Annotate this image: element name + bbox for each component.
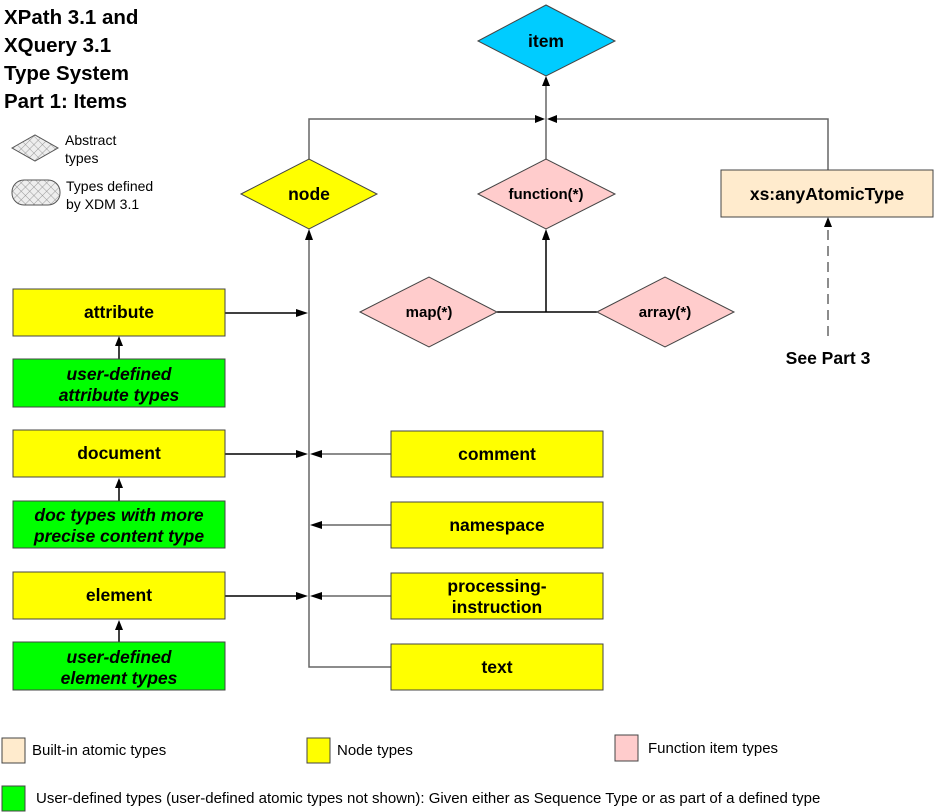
node-array[interactable]: array(*) <box>595 276 736 348</box>
comment-label: comment <box>458 444 536 464</box>
node-doc-types[interactable]: doc types with more precise content type <box>12 500 226 549</box>
doc-types-label-1: doc types with more <box>34 505 203 525</box>
node-namespace[interactable]: namespace <box>390 501 604 549</box>
node-element[interactable]: element <box>12 571 226 620</box>
connector-atomic-item <box>554 118 829 170</box>
pi-label-2: instruction <box>452 597 542 617</box>
attribute-label: attribute <box>84 302 154 322</box>
arrow-node-to-join <box>535 115 545 123</box>
see-part3-label[interactable]: See Part 3 <box>786 348 871 368</box>
map-label: map(*) <box>406 304 453 321</box>
xdm-label-1: Types defined <box>66 178 153 194</box>
text-label: text <box>481 657 512 677</box>
node-function[interactable]: function(*) <box>476 158 617 230</box>
arrow-atomic-to-join <box>547 115 557 123</box>
legend-function-item-types: Function item types <box>648 740 778 757</box>
connector-node-item <box>308 118 538 159</box>
pi-label-1: processing- <box>447 576 546 596</box>
arrow-to-item <box>542 76 550 86</box>
node-comment[interactable]: comment <box>390 430 604 478</box>
legend-builtin-atomic: Built-in atomic types <box>32 742 166 759</box>
legend-node-types: Node types <box>337 742 413 759</box>
arrow-element <box>296 592 308 600</box>
arrow-doc-types <box>115 478 123 488</box>
arrow-comment <box>310 450 322 458</box>
arrow-pi <box>310 592 322 600</box>
abstract-diamond-icon <box>10 134 60 162</box>
color-legend: Built-in atomic types Node types Functio… <box>1 734 820 812</box>
shape-legend: Abstract types Types defined by XDM 3.1 <box>10 132 153 212</box>
node-user-element[interactable]: user-defined element types <box>12 641 226 691</box>
doc-types-label-2: precise content type <box>33 526 204 546</box>
arrow-user-element <box>115 620 123 630</box>
title-line-4: Part 1: Items <box>4 90 127 113</box>
arrow-to-function <box>542 229 550 240</box>
arrow-user-attribute <box>115 336 123 346</box>
document-label: document <box>77 443 161 463</box>
user-element-label-2: element types <box>61 668 178 688</box>
node-document[interactable]: document <box>12 429 226 478</box>
abstract-label-2: types <box>65 150 98 166</box>
namespace-label: namespace <box>449 515 545 535</box>
xdm-label-2: by XDM 3.1 <box>66 196 139 212</box>
user-attribute-label-1: user-defined <box>66 364 171 384</box>
title-line-3: Type System <box>4 62 129 85</box>
node-processing-instruction[interactable]: processing- instruction <box>390 572 604 620</box>
type-system-diagram: XPath 3.1 and XQuery 3.1 Type System Par… <box>1 4 934 812</box>
item-label: item <box>528 31 564 51</box>
arrow-document <box>296 450 308 458</box>
node-label: node <box>288 184 330 204</box>
title-line-2: XQuery 3.1 <box>4 34 111 57</box>
legend-swatch-node <box>306 737 331 764</box>
connector-node-trunk <box>308 233 391 668</box>
user-attribute-label-2: attribute types <box>59 385 180 405</box>
node-text[interactable]: text <box>390 643 604 691</box>
arrow-to-node <box>305 229 313 240</box>
node-map[interactable]: map(*) <box>358 276 499 348</box>
legend-swatch-atomic <box>1 737 26 764</box>
node-attribute[interactable]: attribute <box>12 288 226 337</box>
node-node[interactable]: node <box>239 158 379 230</box>
node-item[interactable]: item <box>476 4 617 77</box>
arrow-to-atomic <box>824 217 832 227</box>
abstract-label-1: Abstract <box>65 132 116 148</box>
node-any-atomic-type[interactable]: xs:anyAtomicType <box>720 169 934 218</box>
legend-swatch-function <box>614 734 639 762</box>
element-label: element <box>86 585 152 605</box>
arrow-attribute <box>296 309 308 317</box>
xdm-rounded-rect-icon <box>11 179 61 206</box>
legend-swatch-user-defined <box>1 785 26 812</box>
user-element-label-1: user-defined <box>66 647 171 667</box>
array-label: array(*) <box>639 304 692 321</box>
node-user-attribute[interactable]: user-defined attribute types <box>12 358 226 408</box>
arrow-namespace <box>310 521 322 529</box>
title-line-1: XPath 3.1 and <box>4 6 138 29</box>
legend-user-defined: User-defined types (user-defined atomic … <box>36 790 820 807</box>
any-atomic-label: xs:anyAtomicType <box>750 184 905 204</box>
function-label: function(*) <box>509 186 584 203</box>
diagram-title: XPath 3.1 and XQuery 3.1 Type System Par… <box>4 6 138 113</box>
